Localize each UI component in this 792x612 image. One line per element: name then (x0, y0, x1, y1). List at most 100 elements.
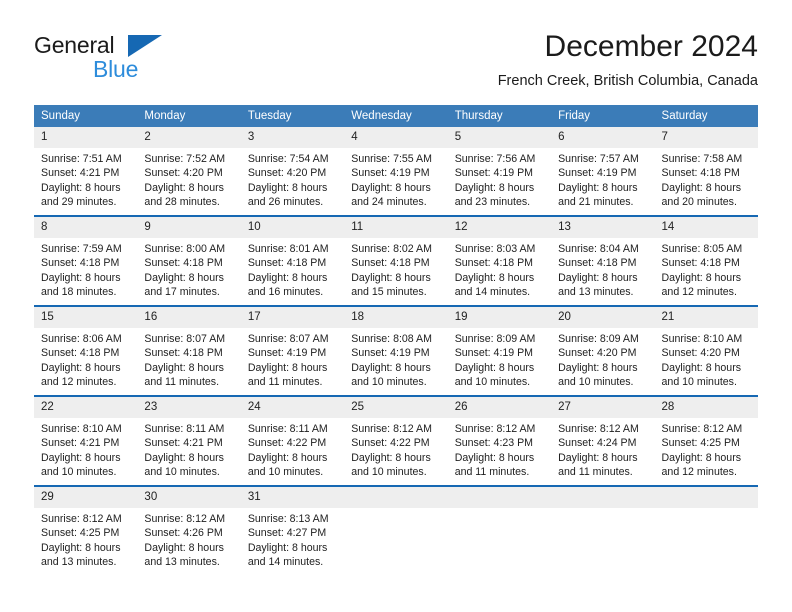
daylight-text: Daylight: 8 hours (351, 271, 431, 284)
day-cell-inner: 31 Sunrise: 8:13 AM Sunset: 4:27 PM Dayligh… (240, 487, 345, 575)
day-cell-inner: 24 Sunrise: 8:11 AM Sunset: 4:22 PM Dayligh… (240, 397, 345, 485)
day-cell-inner: 6 Sunrise: 7:57 AM Sunset: 4:19 PM Daylight… (551, 127, 655, 215)
sunrise-text: Sunrise: 8:11 AM (144, 423, 225, 435)
sunrise-text: Sunrise: 7:54 AM (247, 153, 329, 165)
calendar-day-cell[interactable]: 15 Sunrise: 8:06 AM Sunset: 4:18 PM Dayligh… (34, 305, 138, 396)
sunset-text: Sunset: 4:19 PM (454, 347, 534, 360)
daylight-text-cont: and 14 minutes. (454, 286, 531, 299)
day-cell-inner: 30 Sunrise: 8:12 AM Sunset: 4:26 PM Dayligh… (137, 487, 241, 575)
daylight-text-cont: and 10 minutes. (558, 376, 634, 389)
day-number: 29 (34, 487, 138, 508)
sunset-text: Sunset: 4:21 PM (41, 167, 120, 180)
calendar-day-cell[interactable]: 16 Sunrise: 8:07 AM Sunset: 4:18 PM Dayligh… (137, 305, 241, 396)
sunrise-text: Sunrise: 8:06 AM (41, 333, 122, 345)
day-details: Sunrise: 8:11 AM Sunset: 4:22 PM Daylight:… (241, 418, 344, 480)
calendar-empty-cell (344, 485, 448, 575)
calendar-day-cell[interactable]: 8 Sunrise: 7:59 AM Sunset: 4:18 PM Daylight… (34, 215, 138, 306)
day-number: 21 (654, 307, 758, 328)
calendar-day-cell[interactable]: 19 Sunrise: 8:09 AM Sunset: 4:19 PM Dayligh… (447, 305, 552, 396)
day-cell-inner: 11 Sunrise: 8:02 AM Sunset: 4:18 PM Dayligh… (344, 217, 448, 305)
calendar-day-cell[interactable]: 31 Sunrise: 8:13 AM Sunset: 4:27 PM Dayligh… (240, 485, 345, 575)
daylight-text-cont: and 10 minutes. (144, 466, 220, 479)
daylight-text-cont: and 13 minutes. (41, 556, 117, 569)
calendar-day-cell[interactable]: 2 Sunrise: 7:52 AM Sunset: 4:20 PM Daylight… (137, 127, 241, 216)
day-details: Sunrise: 8:05 AM Sunset: 4:18 PM Daylight:… (655, 238, 758, 300)
daylight-text: Daylight: 8 hours (41, 361, 121, 374)
daylight-text: Daylight: 8 hours (661, 361, 742, 374)
daylight-text-cont: and 17 minutes. (144, 286, 220, 299)
calendar-day-cell[interactable]: 26 Sunrise: 8:12 AM Sunset: 4:23 PM Dayligh… (447, 395, 552, 486)
day-cell-inner: 17 Sunrise: 8:07 AM Sunset: 4:19 PM Dayligh… (240, 307, 345, 395)
day-details: Sunrise: 8:00 AM Sunset: 4:18 PM Daylight:… (137, 238, 240, 300)
calendar-day-cell[interactable]: 27 Sunrise: 8:12 AM Sunset: 4:24 PM Dayligh… (551, 395, 655, 486)
sunrise-text: Sunrise: 8:02 AM (351, 243, 432, 255)
day-details: Sunrise: 8:09 AM Sunset: 4:20 PM Daylight:… (551, 328, 654, 390)
day-number (551, 487, 655, 508)
calendar-day-cell[interactable]: 17 Sunrise: 8:07 AM Sunset: 4:19 PM Dayligh… (240, 305, 345, 396)
sunrise-text: Sunrise: 8:04 AM (558, 243, 639, 255)
day-number: 19 (447, 307, 552, 328)
weekday-header-saturday: Saturday (654, 105, 758, 127)
day-number: 26 (447, 397, 552, 418)
daylight-text-cont: and 11 minutes. (144, 376, 220, 389)
day-details: Sunrise: 7:55 AM Sunset: 4:19 PM Daylight:… (344, 148, 447, 210)
sunset-text: Sunset: 4:18 PM (661, 257, 740, 270)
calendar-day-cell[interactable]: 10 Sunrise: 8:01 AM Sunset: 4:18 PM Dayligh… (240, 215, 345, 306)
day-cell-inner: 14 Sunrise: 8:05 AM Sunset: 4:18 PM Dayligh… (654, 217, 758, 305)
calendar-day-cell[interactable]: 20 Sunrise: 8:09 AM Sunset: 4:20 PM Dayligh… (551, 305, 655, 396)
calendar-body: 1 Sunrise: 7:51 AM Sunset: 4:21 PM Daylight… (34, 127, 758, 575)
calendar-day-cell[interactable]: 12 Sunrise: 8:03 AM Sunset: 4:18 PM Dayligh… (447, 215, 552, 306)
calendar-day-cell[interactable]: 5 Sunrise: 7:56 AM Sunset: 4:19 PM Daylight… (447, 127, 552, 216)
daylight-text-cont: and 10 minutes. (351, 466, 427, 479)
sunset-text: Sunset: 4:18 PM (454, 257, 534, 270)
day-number: 31 (240, 487, 345, 508)
day-cell-inner: 23 Sunrise: 8:11 AM Sunset: 4:21 PM Dayligh… (137, 397, 241, 485)
calendar-week-row: 15 Sunrise: 8:06 AM Sunset: 4:18 PM Dayligh… (34, 305, 758, 396)
sunset-text: Sunset: 4:19 PM (247, 347, 327, 360)
sunset-text: Sunset: 4:18 PM (144, 347, 223, 360)
calendar-day-cell[interactable]: 7 Sunrise: 7:58 AM Sunset: 4:18 PM Daylight… (654, 127, 758, 216)
calendar-day-cell[interactable]: 11 Sunrise: 8:02 AM Sunset: 4:18 PM Dayligh… (344, 215, 448, 306)
day-number: 23 (137, 397, 241, 418)
calendar-day-cell[interactable]: 18 Sunrise: 8:08 AM Sunset: 4:19 PM Dayligh… (344, 305, 448, 396)
day-details: Sunrise: 8:10 AM Sunset: 4:20 PM Daylight:… (655, 328, 758, 390)
day-number: 14 (654, 217, 758, 238)
day-number: 6 (551, 127, 655, 148)
daylight-text-cont: and 10 minutes. (41, 466, 117, 479)
day-number: 2 (137, 127, 241, 148)
calendar-day-cell[interactable]: 3 Sunrise: 7:54 AM Sunset: 4:20 PM Daylight… (240, 127, 345, 216)
calendar-day-cell[interactable]: 25 Sunrise: 8:12 AM Sunset: 4:22 PM Dayligh… (344, 395, 448, 486)
day-details: Sunrise: 8:09 AM Sunset: 4:19 PM Daylight:… (448, 328, 551, 390)
calendar-day-cell[interactable]: 21 Sunrise: 8:10 AM Sunset: 4:20 PM Dayligh… (654, 305, 758, 396)
day-number: 12 (447, 217, 552, 238)
sunset-text: Sunset: 4:24 PM (558, 437, 637, 450)
calendar-day-cell[interactable]: 24 Sunrise: 8:11 AM Sunset: 4:22 PM Dayligh… (240, 395, 345, 486)
daylight-text: Daylight: 8 hours (144, 181, 224, 194)
day-cell-inner (551, 487, 655, 575)
day-cell-inner: 1 Sunrise: 7:51 AM Sunset: 4:21 PM Daylight… (34, 127, 138, 215)
calendar-day-cell[interactable]: 29 Sunrise: 8:12 AM Sunset: 4:25 PM Dayligh… (34, 485, 138, 575)
calendar-day-cell[interactable]: 9 Sunrise: 8:00 AM Sunset: 4:18 PM Daylight… (137, 215, 241, 306)
calendar-day-cell[interactable]: 6 Sunrise: 7:57 AM Sunset: 4:19 PM Daylight… (551, 127, 655, 216)
sunrise-text: Sunrise: 7:59 AM (41, 243, 122, 255)
brand-logo[interactable]: General Blue (34, 32, 224, 90)
day-details: Sunrise: 8:13 AM Sunset: 4:27 PM Daylight:… (241, 508, 344, 570)
calendar-day-cell[interactable]: 22 Sunrise: 8:10 AM Sunset: 4:21 PM Dayligh… (34, 395, 138, 486)
sunset-text: Sunset: 4:20 PM (247, 167, 327, 180)
calendar-day-cell[interactable]: 1 Sunrise: 7:51 AM Sunset: 4:21 PM Daylight… (34, 127, 138, 216)
calendar-day-cell[interactable]: 4 Sunrise: 7:55 AM Sunset: 4:19 PM Daylight… (344, 127, 448, 216)
calendar-day-cell[interactable]: 13 Sunrise: 8:04 AM Sunset: 4:18 PM Dayligh… (551, 215, 655, 306)
day-details: Sunrise: 7:51 AM Sunset: 4:21 PM Daylight:… (34, 148, 137, 210)
day-cell-inner: 16 Sunrise: 8:07 AM Sunset: 4:18 PM Dayligh… (137, 307, 241, 395)
calendar-day-cell[interactable]: 14 Sunrise: 8:05 AM Sunset: 4:18 PM Dayligh… (654, 215, 758, 306)
daylight-text-cont: and 10 minutes. (247, 466, 324, 479)
sunrise-text: Sunrise: 7:57 AM (558, 153, 639, 165)
sunset-text: Sunset: 4:25 PM (661, 437, 740, 450)
day-cell-inner: 25 Sunrise: 8:12 AM Sunset: 4:22 PM Dayligh… (344, 397, 448, 485)
sunrise-text: Sunrise: 8:07 AM (247, 333, 329, 345)
sunrise-text: Sunrise: 8:11 AM (247, 423, 328, 435)
calendar-day-cell[interactable]: 30 Sunrise: 8:12 AM Sunset: 4:26 PM Dayligh… (137, 485, 241, 575)
calendar-day-cell[interactable]: 28 Sunrise: 8:12 AM Sunset: 4:25 PM Dayligh… (654, 395, 758, 486)
day-details: Sunrise: 8:10 AM Sunset: 4:21 PM Daylight:… (34, 418, 137, 480)
calendar-day-cell[interactable]: 23 Sunrise: 8:11 AM Sunset: 4:21 PM Dayligh… (137, 395, 241, 486)
